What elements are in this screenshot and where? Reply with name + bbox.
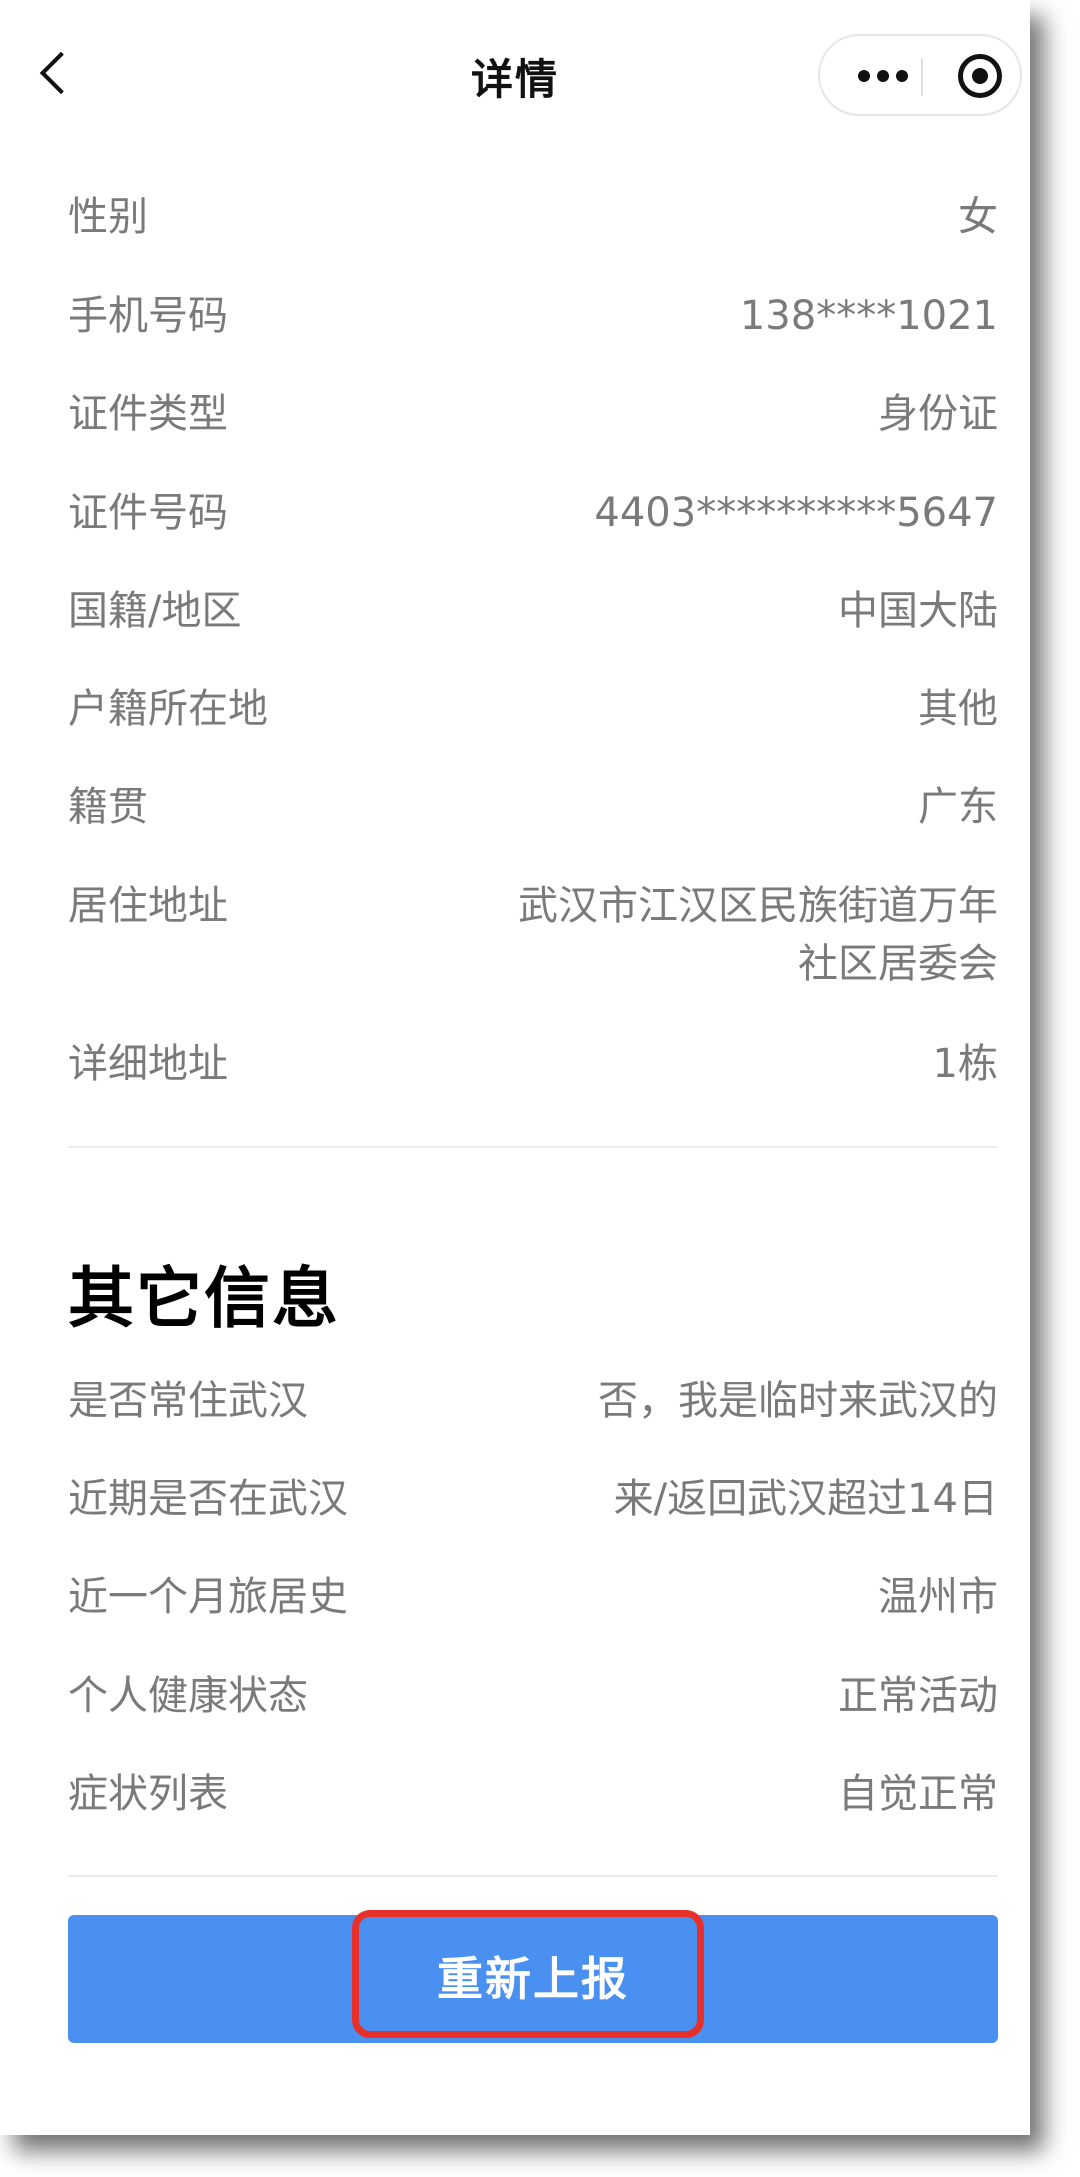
row-label: 是否常住武汉 xyxy=(68,1378,308,1424)
row-value: 4403**********5647 xyxy=(594,490,998,536)
row-value-line2: 社区居委会 xyxy=(798,941,998,987)
section-title-other-info: 其它信息 xyxy=(68,1260,340,1337)
row-label: 性别 xyxy=(68,194,148,240)
phone-screen: 性别 女 手机号码 138****1021 证件类型 身份证 证件号码 4403… xyxy=(0,0,1030,2135)
row-value: 女 xyxy=(958,194,998,240)
row-label: 症状列表 xyxy=(68,1771,228,1817)
navigation-bar: 详情 xyxy=(0,0,1030,150)
row-label: 证件类型 xyxy=(68,391,228,437)
row-value: 温州市 xyxy=(878,1574,998,1620)
row-value: 1栋 xyxy=(932,1041,998,1087)
row-label: 详细地址 xyxy=(68,1041,228,1087)
row-label: 籍贯 xyxy=(68,784,148,830)
capsule-divider xyxy=(921,58,923,96)
row-value: 身份证 xyxy=(878,391,998,437)
info-row-residence-address: 居住地址 武汉市江汉区民族街道万年 社区居委会 xyxy=(68,877,998,997)
row-value: 否，我是临时来武汉的 xyxy=(598,1378,998,1424)
row-value: 来/返回武汉超过14日 xyxy=(613,1476,998,1522)
row-label: 居住地址 xyxy=(68,883,228,929)
annotation-highlight-box xyxy=(352,1910,704,2038)
row-label: 个人健康状态 xyxy=(68,1673,308,1719)
row-label: 户籍所在地 xyxy=(68,686,268,732)
row-value: 正常活动 xyxy=(838,1673,998,1719)
row-value: 其他 xyxy=(918,686,998,732)
row-value: 自觉正常 xyxy=(838,1771,998,1817)
row-value: 138****1021 xyxy=(739,293,998,339)
row-value-line1: 武汉市江汉区民族街道万年 xyxy=(518,883,998,929)
row-label: 手机号码 xyxy=(68,293,228,339)
row-label: 国籍/地区 xyxy=(68,588,242,634)
section-divider xyxy=(68,1875,998,1877)
miniprogram-capsule xyxy=(818,34,1022,116)
row-label: 证件号码 xyxy=(68,490,228,536)
row-value: 中国大陆 xyxy=(838,588,998,634)
row-value: 武汉市江汉区民族街道万年 社区居委会 xyxy=(518,877,998,993)
close-miniprogram-icon[interactable] xyxy=(958,54,1002,98)
row-label: 近一个月旅居史 xyxy=(68,1574,348,1620)
row-label: 近期是否在武汉 xyxy=(68,1476,348,1522)
section-divider xyxy=(68,1146,998,1148)
more-icon[interactable] xyxy=(858,70,908,82)
row-value: 广东 xyxy=(918,784,998,830)
